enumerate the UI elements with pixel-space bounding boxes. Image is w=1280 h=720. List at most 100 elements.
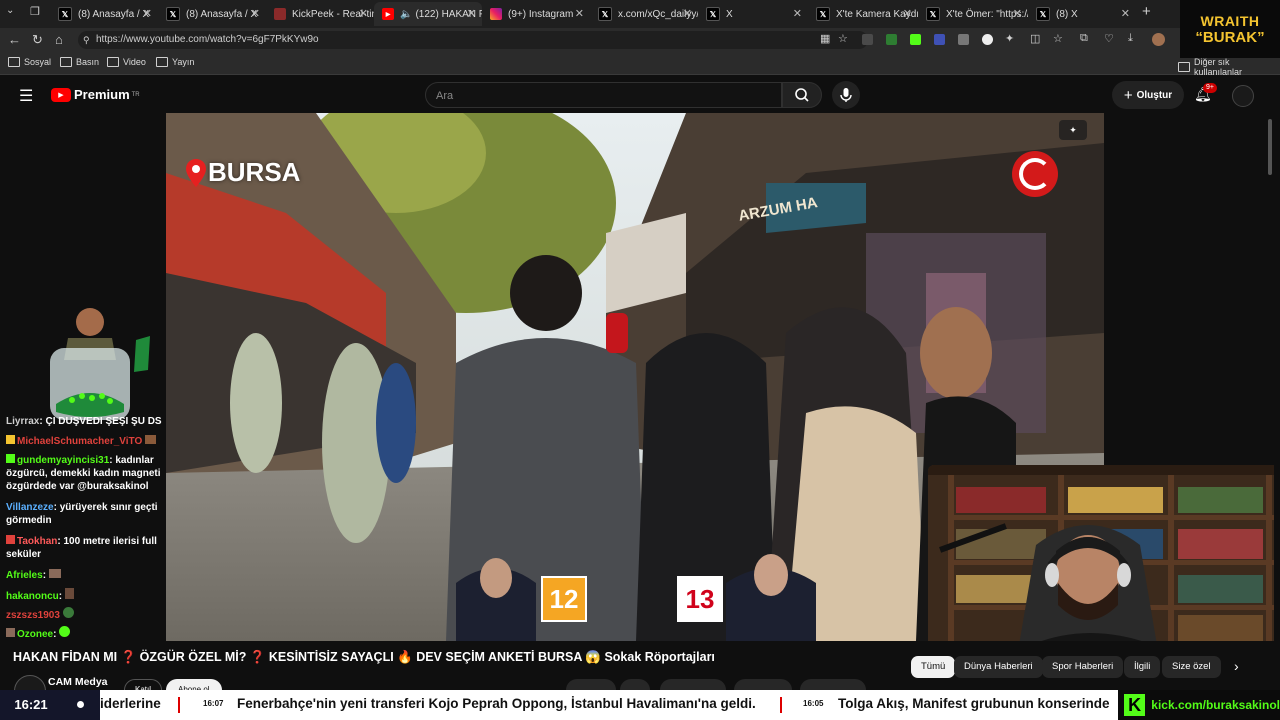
x-icon: 𝕏	[598, 7, 612, 21]
extensions-puzzle-icon[interactable]: ✦	[1005, 32, 1014, 45]
youtube-logo[interactable]: ▶ Premium TR	[51, 87, 140, 102]
bookmark-label: Basın	[76, 57, 100, 67]
emote-icon	[62, 607, 74, 618]
bookmark-folder[interactable]: Yayın	[156, 57, 194, 67]
chat-message: Ozonee:	[6, 626, 166, 641]
browser-tab[interactable]: 𝕏 (8) Anasayfa / X ✕	[158, 2, 266, 26]
chat-username[interactable]: Taokhan	[17, 536, 57, 547]
ticker-headline: iderlerine	[100, 696, 161, 711]
chat-username[interactable]: MichaelSchumacher_ViTO	[17, 436, 142, 447]
ticker-time: 16:05	[803, 699, 824, 708]
bookmark-folder[interactable]: Video	[107, 57, 146, 67]
browser-tab[interactable]: 𝕏 X ✕	[698, 2, 808, 26]
chat-message: Liyrrax: ÇI DUŞVEDI ŞEŞI ŞU DS	[6, 416, 162, 427]
tab-label: (8) Anasayfa / X	[186, 8, 258, 20]
url-text: https://www.youtube.com/watch?v=6gF7PkKY…	[96, 34, 319, 45]
channel-name[interactable]: CAM Medya	[48, 676, 108, 688]
back-icon[interactable]: ←	[8, 32, 21, 47]
extension-icon[interactable]	[958, 34, 969, 45]
x-icon: 𝕏	[926, 7, 940, 21]
browser-tab[interactable]: 𝕏 x.com/xQc_dailyy/st✕	[590, 2, 698, 26]
chat-username[interactable]: hakanoncu	[6, 591, 59, 602]
new-tab-button[interactable]: +	[1142, 3, 1151, 20]
close-tab-icon[interactable]: ✕	[1121, 7, 1130, 20]
close-tab-icon[interactable]: ✕	[1013, 7, 1022, 20]
extension-icon[interactable]	[862, 34, 873, 45]
close-tab-icon[interactable]: ✕	[251, 7, 260, 20]
search-input[interactable]: Ara	[425, 82, 782, 108]
chat-username[interactable]: Liyrrax	[6, 416, 39, 427]
other-bookmarks[interactable]: Diğer sık kullanılanlar	[1178, 57, 1280, 77]
browser-tab-active[interactable]: ▶ 🔈 (122) HAKAN F ✕	[374, 2, 482, 26]
sparkle-icon[interactable]: ✦	[1059, 120, 1087, 140]
ticker-separator	[780, 697, 782, 713]
browser-tab[interactable]: 𝕏 (8) X ✕	[1028, 2, 1136, 26]
chat-username[interactable]: Villanzeze	[6, 502, 54, 513]
ticker-separator	[178, 697, 180, 713]
page-scrollbar[interactable]	[1268, 119, 1272, 175]
home-icon[interactable]: ⌂	[55, 32, 63, 47]
close-tab-icon[interactable]: ✕	[467, 7, 476, 20]
browser-tab[interactable]: 𝕏 X'te Ömer: "https://✕	[918, 2, 1028, 26]
tab-menu-icon[interactable]: ⌄	[6, 5, 14, 16]
performance-icon[interactable]: ♡	[1104, 32, 1114, 45]
voice-search-button[interactable]	[832, 81, 860, 109]
reload-icon[interactable]: ↻	[32, 32, 43, 48]
favorites-icon[interactable]: ☆	[1053, 32, 1063, 45]
workspaces-icon[interactable]: ❐	[30, 5, 40, 18]
channel-logo-icon	[1019, 158, 1051, 190]
downloads-icon[interactable]: ⤓	[1128, 32, 1133, 45]
x-icon: 𝕏	[166, 7, 180, 21]
profile-avatar[interactable]	[1152, 33, 1165, 46]
kick-extension-icon[interactable]	[910, 34, 921, 45]
favorite-star-icon[interactable]: ☆	[838, 32, 848, 45]
extension-icon[interactable]	[886, 34, 897, 45]
overlay-logo-line1: WRAITH	[1200, 12, 1260, 29]
bookmark-folder[interactable]: Sosyal	[8, 57, 51, 67]
create-button[interactable]: + Oluştur	[1112, 81, 1184, 109]
emote-icon	[64, 588, 74, 599]
chip-sports-news[interactable]: Spor Haberleri	[1042, 656, 1124, 678]
chip-world-news[interactable]: Dünya Haberleri	[954, 656, 1043, 678]
chip-all[interactable]: Tümü	[911, 656, 956, 678]
folder-icon	[1178, 62, 1190, 72]
kickpeek-icon	[274, 8, 286, 20]
address-bar-row: ← ↻ ⌂ ⚲ https://www.youtube.com/watch?v=…	[0, 28, 1280, 52]
browser-tab[interactable]: 𝕏 (8) Anasayfa / X ✕	[50, 2, 158, 26]
hamburger-menu-icon[interactable]: ☰	[19, 86, 33, 106]
collections-icon[interactable]: ⧉	[1080, 32, 1088, 45]
browser-tab[interactable]: KickPeek - Real-time✕	[266, 2, 374, 26]
close-tab-icon[interactable]: ✕	[793, 7, 802, 20]
overlay-logo-line2: “BURAK”	[1195, 28, 1265, 46]
close-tab-icon[interactable]: ✕	[683, 7, 692, 20]
chat-badge-icon	[6, 628, 15, 637]
chip-for-you[interactable]: Size özel	[1162, 656, 1221, 678]
split-screen-icon[interactable]: ◫	[1030, 32, 1040, 45]
search-button[interactable]	[782, 82, 822, 108]
city-label: BURSA	[208, 157, 301, 187]
chat-username[interactable]: Ozonee	[17, 629, 53, 640]
speaker-icon[interactable]: 🔈	[400, 9, 412, 20]
chat-username[interactable]: gundemyayincisi31	[17, 455, 109, 466]
extension-icon[interactable]	[982, 34, 993, 45]
extension-icon[interactable]	[934, 34, 945, 45]
chat-username[interactable]: zszszs1903	[6, 610, 60, 621]
close-tab-icon[interactable]: ✕	[143, 7, 152, 20]
account-avatar[interactable]	[1232, 85, 1254, 107]
chevron-right-icon[interactable]: ›	[1234, 658, 1239, 674]
site-info-icon[interactable]: ⚲	[83, 31, 90, 49]
plus-icon: +	[1123, 86, 1133, 104]
close-tab-icon[interactable]: ✕	[903, 7, 912, 20]
url-field[interactable]: ⚲ https://www.youtube.com/watch?v=6gF7Pk…	[78, 31, 868, 49]
bookmark-folder[interactable]: Basın	[60, 57, 99, 67]
browser-tab[interactable]: (9+) Instagram ✕	[482, 2, 590, 26]
x-icon: 𝕏	[706, 7, 720, 21]
browser-tab[interactable]: 𝕏 X'te Kamera Kaydı ✕	[808, 2, 918, 26]
close-tab-icon[interactable]: ✕	[359, 7, 368, 20]
emote-icon	[59, 626, 71, 637]
reader-view-icon[interactable]: ▦	[820, 32, 830, 45]
chat-username[interactable]: Afrieles	[6, 570, 43, 581]
webcam-bookshelf-scene	[928, 465, 1274, 651]
close-tab-icon[interactable]: ✕	[575, 7, 584, 20]
chip-related[interactable]: İlgili	[1124, 656, 1161, 678]
